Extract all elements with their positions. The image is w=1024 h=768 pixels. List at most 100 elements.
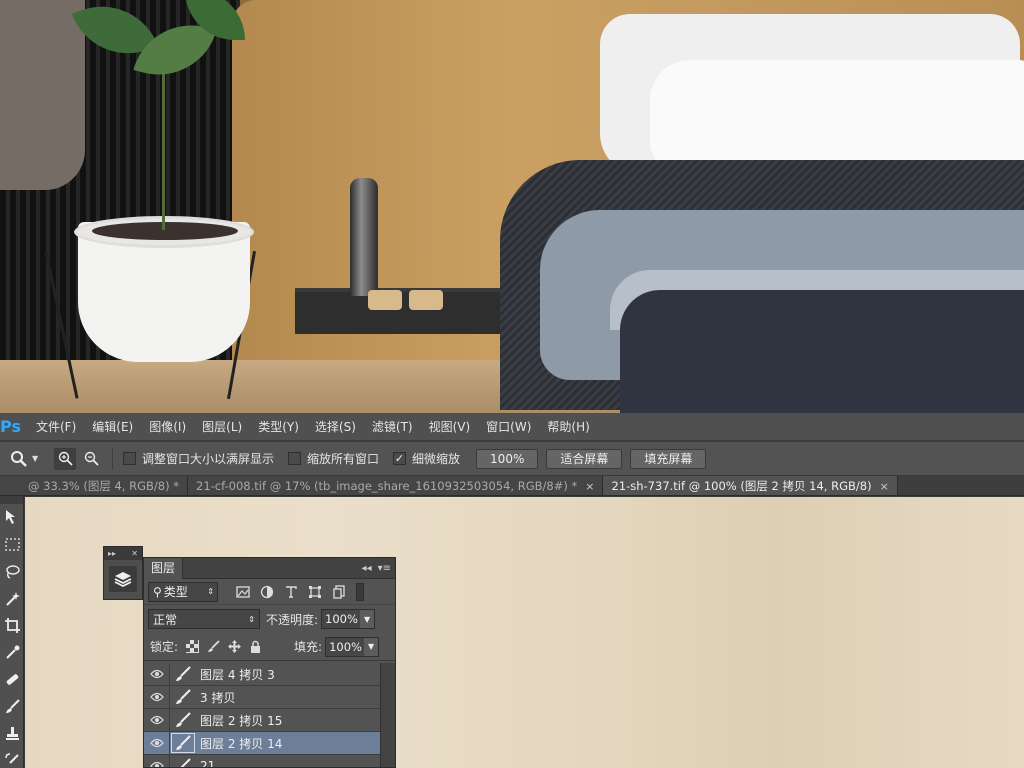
lasso-tool-icon — [5, 565, 20, 579]
move-tool[interactable] — [0, 504, 24, 531]
checkbox-box-checked[interactable]: ✓ — [393, 452, 407, 465]
lock-position-button[interactable] — [224, 638, 245, 656]
filter-kind-select[interactable]: ⚲ 类型 ⇕ — [148, 581, 218, 602]
menu-file[interactable]: 文件(F) — [28, 413, 84, 441]
toolbar-grip[interactable] — [0, 496, 23, 504]
close-icon[interactable]: ✕ — [131, 549, 138, 558]
layer-row[interactable]: 图层 4 拷贝 3 — [144, 663, 381, 686]
blend-mode-value: 正常 — [153, 612, 178, 627]
document-tab-active[interactable]: 21-sh-737.tif @ 100% (图层 2 拷贝 14, RGB/8)… — [603, 476, 898, 495]
options-bar: ▼ 调整窗口大小以满屏显示 缩放所有窗口 ✓ 细微缩放 100% 适合屏幕 填充… — [0, 442, 1024, 476]
lock-all-button[interactable] — [245, 638, 266, 656]
history-brush-tool[interactable] — [0, 747, 24, 768]
zoom-in-button[interactable] — [54, 447, 76, 470]
layer-name[interactable]: 21 — [200, 759, 215, 767]
scrubby-zoom-checkbox[interactable]: ✓ 细微缩放 — [393, 450, 460, 467]
lock-transparent-button[interactable] — [182, 638, 203, 656]
blend-mode-select[interactable]: 正常 ⇕ — [148, 609, 260, 629]
search-icon: ⚲ — [153, 584, 162, 599]
layer-row-selected[interactable]: 图层 2 拷贝 14 — [144, 731, 381, 755]
crop-tool[interactable] — [0, 612, 24, 639]
actual-pixels-button[interactable]: 100% — [476, 448, 539, 469]
layers-scrollbar[interactable] — [380, 663, 395, 767]
menu-image[interactable]: 图像(I) — [141, 413, 194, 441]
layer-name[interactable]: 图层 2 拷贝 14 — [200, 735, 282, 752]
menu-help[interactable]: 帮助(H) — [539, 413, 597, 441]
visibility-toggle[interactable] — [144, 663, 170, 686]
divider — [112, 447, 113, 470]
filter-type-button[interactable] — [280, 582, 302, 602]
chevron-down-icon[interactable]: ▼ — [364, 637, 379, 656]
menu-view[interactable]: 视图(V) — [421, 413, 479, 441]
menu-type[interactable]: 类型(Y) — [250, 413, 307, 441]
stamp-icon — [5, 727, 19, 740]
fit-screen-button[interactable]: 适合屏幕 — [546, 448, 623, 469]
healing-brush-tool[interactable] — [0, 666, 24, 693]
layer-row[interactable]: 21 — [144, 754, 381, 767]
layer-name[interactable]: 3 拷贝 — [200, 689, 235, 706]
layer-thumbnail[interactable] — [170, 709, 196, 731]
chevron-down-icon[interactable]: ▼ — [360, 610, 375, 628]
menu-select[interactable]: 选择(S) — [307, 413, 364, 441]
visibility-toggle[interactable] — [144, 731, 170, 755]
quick-selection-tool[interactable] — [0, 585, 24, 612]
checkbox-box[interactable] — [123, 452, 136, 465]
marquee-tool[interactable] — [0, 531, 24, 558]
close-icon[interactable]: × — [585, 480, 594, 493]
bedside-shelf — [295, 288, 520, 334]
layer-row[interactable]: 图层 2 拷贝 15 — [144, 708, 381, 732]
chair — [0, 0, 85, 190]
layer-name[interactable]: 图层 4 拷贝 3 — [200, 666, 275, 683]
tools-panel — [0, 496, 24, 768]
collapse-icon[interactable]: ◂◂ — [362, 563, 372, 574]
opacity-field[interactable]: 100% ▼ — [321, 609, 376, 629]
panel-menu-icon[interactable]: ▾≡ — [378, 563, 391, 574]
fill-screen-button[interactable]: 填充屏幕 — [630, 448, 707, 469]
filter-pixel-button[interactable] — [232, 582, 254, 602]
layer-thumbnail[interactable] — [170, 732, 196, 754]
filter-shape-button[interactable] — [304, 582, 326, 602]
eyedropper-tool[interactable] — [0, 639, 24, 666]
tool-preset-picker[interactable]: ▼ — [10, 450, 50, 468]
fill-value[interactable]: 100% — [329, 640, 362, 654]
layers-panel: 图层 ◂◂ ▾≡ ⚲ 类型 ⇕ 正常 ⇕ 不透明度: 100% ▼ 锁定: 填充… — [143, 557, 396, 768]
zoom-out-button[interactable] — [80, 448, 102, 470]
tab-layers[interactable]: 图层 — [144, 557, 184, 579]
menu-window[interactable]: 窗口(W) — [478, 413, 539, 441]
zoom-tool-icon — [11, 450, 27, 467]
layer-thumbnail[interactable] — [170, 663, 196, 685]
fill-field[interactable]: 100% ▼ — [325, 636, 380, 657]
filter-toggle-switch[interactable] — [356, 582, 364, 601]
visibility-toggle[interactable] — [144, 685, 170, 709]
menu-filter[interactable]: 滤镜(T) — [364, 413, 421, 441]
menu-edit[interactable]: 编辑(E) — [84, 413, 141, 441]
expand-icon[interactable]: ▸▸ — [108, 549, 116, 558]
menu-layer[interactable]: 图层(L) — [194, 413, 250, 441]
document-tab[interactable]: 21-cf-008.tif @ 17% (tb_image_share_1610… — [188, 476, 604, 495]
layer-name[interactable]: 图层 2 拷贝 15 — [200, 712, 282, 729]
lock-pixels-button[interactable] — [203, 638, 224, 656]
brush-tool[interactable] — [0, 693, 24, 720]
candle — [409, 290, 443, 310]
zoom-all-windows-checkbox[interactable]: 缩放所有窗口 — [288, 450, 379, 467]
layer-row[interactable]: 3 拷贝 — [144, 685, 381, 709]
lasso-tool[interactable] — [0, 558, 24, 585]
checkbox-box[interactable] — [288, 452, 302, 465]
chevron-updown-icon: ⇕ — [207, 587, 214, 596]
close-icon[interactable]: × — [880, 480, 889, 493]
zoom-in-icon — [58, 451, 73, 466]
document-tab[interactable]: @ 33.3% (图层 4, RGB/8) * — [0, 476, 188, 495]
clone-stamp-tool[interactable] — [0, 720, 24, 747]
dock-header[interactable]: ▸▸ ✕ — [104, 547, 142, 560]
filter-adjustment-button[interactable] — [256, 582, 278, 602]
resize-windows-checkbox[interactable]: 调整窗口大小以满屏显示 — [123, 450, 274, 467]
opacity-value[interactable]: 100% — [325, 612, 358, 626]
visibility-toggle[interactable] — [144, 754, 170, 767]
layers-panel-button[interactable] — [109, 566, 137, 592]
eye-icon — [149, 669, 164, 679]
layer-thumbnail[interactable] — [170, 755, 196, 767]
filter-smart-object-button[interactable] — [328, 582, 350, 602]
chevron-down-icon: ▼ — [32, 454, 39, 463]
visibility-toggle[interactable] — [144, 708, 170, 732]
layer-thumbnail[interactable] — [170, 686, 196, 708]
